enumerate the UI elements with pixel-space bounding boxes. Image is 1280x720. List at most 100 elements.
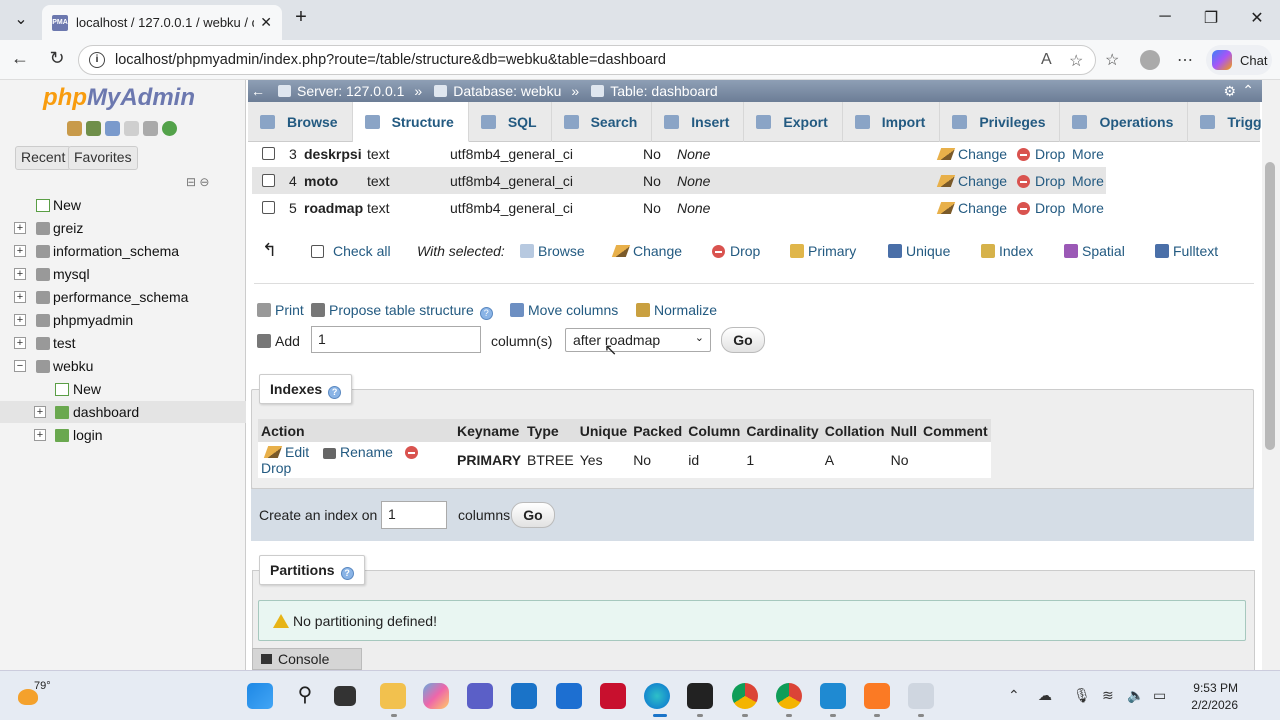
add-column-count-input[interactable]: 1 xyxy=(311,326,481,353)
settings-gear-icon[interactable] xyxy=(143,121,158,136)
tree-table-login[interactable]: + login xyxy=(0,424,246,446)
volume-icon[interactable]: 🔈 xyxy=(1127,687,1144,704)
drop-link[interactable]: Drop xyxy=(1017,200,1065,216)
create-index-count-input[interactable]: 1 xyxy=(381,501,447,529)
xampp-icon[interactable] xyxy=(864,683,890,709)
bulk-fulltext-button[interactable]: Fulltext xyxy=(1155,243,1218,259)
microphone-icon[interactable]: 🎙 xyxy=(1073,687,1091,704)
chrome-profile-icon[interactable] xyxy=(776,683,802,709)
system-clock[interactable]: 9:53 PM 2/2/2026 xyxy=(1186,680,1238,714)
collapse-link-icons[interactable]: ⊟ ⊖ xyxy=(186,175,209,189)
query-help-icon[interactable] xyxy=(105,121,120,136)
edge-browser-icon[interactable] xyxy=(644,683,670,709)
more-dropdown[interactable]: More xyxy=(1072,200,1104,216)
normalize-link[interactable]: Normalize xyxy=(636,302,717,318)
expand-icon[interactable]: + xyxy=(14,314,26,326)
vscode-icon[interactable] xyxy=(820,683,846,709)
wifi-icon[interactable]: ≋ xyxy=(1102,687,1114,704)
check-all-checkbox[interactable] xyxy=(311,245,324,258)
file-explorer-icon[interactable] xyxy=(380,683,406,709)
settings-gear-icon[interactable]: ⚙ xyxy=(1223,83,1236,100)
drop-link[interactable]: Drop xyxy=(1017,146,1065,162)
home-icon[interactable] xyxy=(67,121,82,136)
tray-overflow-chevron-icon[interactable]: ⌃ xyxy=(1008,687,1020,704)
tab-sql[interactable]: SQL xyxy=(469,102,552,142)
help-icon[interactable]: ? xyxy=(328,386,342,399)
collapse-icon[interactable]: − xyxy=(14,360,26,372)
bulk-browse-button[interactable]: Browse xyxy=(520,243,585,259)
chrome-icon[interactable] xyxy=(732,683,758,709)
snipping-tool-icon[interactable] xyxy=(908,683,934,709)
change-link[interactable]: Change xyxy=(936,200,1007,216)
tab-operations[interactable]: Operations xyxy=(1060,102,1189,142)
tab-import[interactable]: Import xyxy=(843,102,941,142)
phpmyadmin-logo[interactable]: phpMyAdmin xyxy=(43,84,195,112)
more-menu-icon[interactable]: ⋯ xyxy=(1177,50,1193,70)
reload-icon[interactable]: ↻ xyxy=(45,48,69,69)
move-columns-link[interactable]: Move columns xyxy=(510,302,618,318)
copilot-chat-button[interactable]: Chat xyxy=(1206,45,1272,75)
help-icon[interactable]: ? xyxy=(479,307,493,320)
expand-icon[interactable]: + xyxy=(14,268,26,280)
scrollbar-thumb[interactable] xyxy=(1265,162,1275,450)
edit-index-link[interactable]: Edit xyxy=(263,444,309,460)
tree-table-new[interactable]: New xyxy=(0,378,246,400)
back-arrow-icon[interactable]: ← xyxy=(8,48,32,69)
column-name[interactable]: moto xyxy=(304,173,338,189)
tab-list-chevron-icon[interactable]: ⌄ xyxy=(6,9,36,29)
console-toggle[interactable]: Console xyxy=(252,648,362,670)
expand-icon[interactable]: + xyxy=(34,429,46,441)
breadcrumb-server[interactable]: Server: 127.0.0.1 xyxy=(278,83,404,99)
logout-icon[interactable] xyxy=(86,121,101,136)
bulk-change-button[interactable]: Change xyxy=(611,243,682,259)
tree-db-greiz[interactable]: + greiz xyxy=(0,217,246,239)
bulk-index-button[interactable]: Index xyxy=(981,243,1033,259)
create-index-go-button[interactable]: Go xyxy=(511,502,555,528)
check-all-label[interactable]: Check all xyxy=(333,243,391,259)
browser-tab[interactable]: PMA localhost / 127.0.0.1 / webku / das … xyxy=(42,5,282,40)
row-checkbox[interactable] xyxy=(262,201,275,214)
capcut-icon[interactable] xyxy=(687,683,713,709)
vpn-app-icon[interactable] xyxy=(556,683,582,709)
weather-widget[interactable]: 79° xyxy=(16,680,51,711)
change-link[interactable]: Change xyxy=(936,146,1007,162)
row-checkbox[interactable] xyxy=(262,147,275,160)
column-name[interactable]: roadmap xyxy=(304,200,363,216)
tab-browse[interactable]: Browse xyxy=(248,102,353,142)
tree-table-dashboard[interactable]: + dashboard xyxy=(0,401,246,423)
change-link[interactable]: Change xyxy=(936,173,1007,189)
onedrive-cloud-icon[interactable]: ☁ xyxy=(1038,687,1052,704)
maximize-button[interactable]: ❐ xyxy=(1196,8,1226,28)
drop-link[interactable]: Drop xyxy=(1017,173,1065,189)
tab-export[interactable]: Export xyxy=(744,102,843,142)
battery-icon[interactable]: ▭ xyxy=(1153,687,1166,704)
breadcrumb-table[interactable]: Table: dashboard xyxy=(591,83,718,99)
tree-item-new[interactable]: New xyxy=(0,194,246,216)
task-view-icon[interactable] xyxy=(334,686,356,706)
docs-icon[interactable] xyxy=(124,121,139,136)
site-info-icon[interactable]: i xyxy=(89,52,105,68)
bulk-drop-button[interactable]: Drop xyxy=(712,243,760,259)
bulk-primary-button[interactable]: Primary xyxy=(790,243,856,259)
close-window-button[interactable]: ✕ xyxy=(1242,8,1272,28)
bulk-unique-button[interactable]: Unique xyxy=(888,243,950,259)
tree-db-phpmyadmin[interactable]: + phpmyadmin xyxy=(0,309,246,331)
new-tab-button[interactable]: + xyxy=(286,6,316,29)
more-dropdown[interactable]: More xyxy=(1072,173,1104,189)
collapse-sidebar-arrow-icon[interactable]: ← xyxy=(250,83,266,99)
partitions-legend[interactable]: Partitions? xyxy=(259,555,365,585)
bulk-spatial-button[interactable]: Spatial xyxy=(1064,243,1125,259)
print-link[interactable]: Print xyxy=(257,302,304,318)
propose-structure-link[interactable]: Propose table structure? xyxy=(311,302,493,320)
search-icon[interactable]: ⚲ xyxy=(292,683,318,709)
tree-db-mysql[interactable]: + mysql xyxy=(0,263,246,285)
tab-structure[interactable]: Structure xyxy=(352,102,469,142)
reload-nav-icon[interactable] xyxy=(162,121,177,136)
tab-insert[interactable]: Insert xyxy=(652,102,745,142)
minimize-button[interactable]: ─ xyxy=(1150,8,1180,26)
tree-db-test[interactable]: + test xyxy=(0,332,246,354)
help-icon[interactable]: ? xyxy=(340,567,354,580)
row-checkbox[interactable] xyxy=(262,174,275,187)
expand-icon[interactable]: + xyxy=(14,291,26,303)
expand-icon[interactable]: + xyxy=(14,337,26,349)
